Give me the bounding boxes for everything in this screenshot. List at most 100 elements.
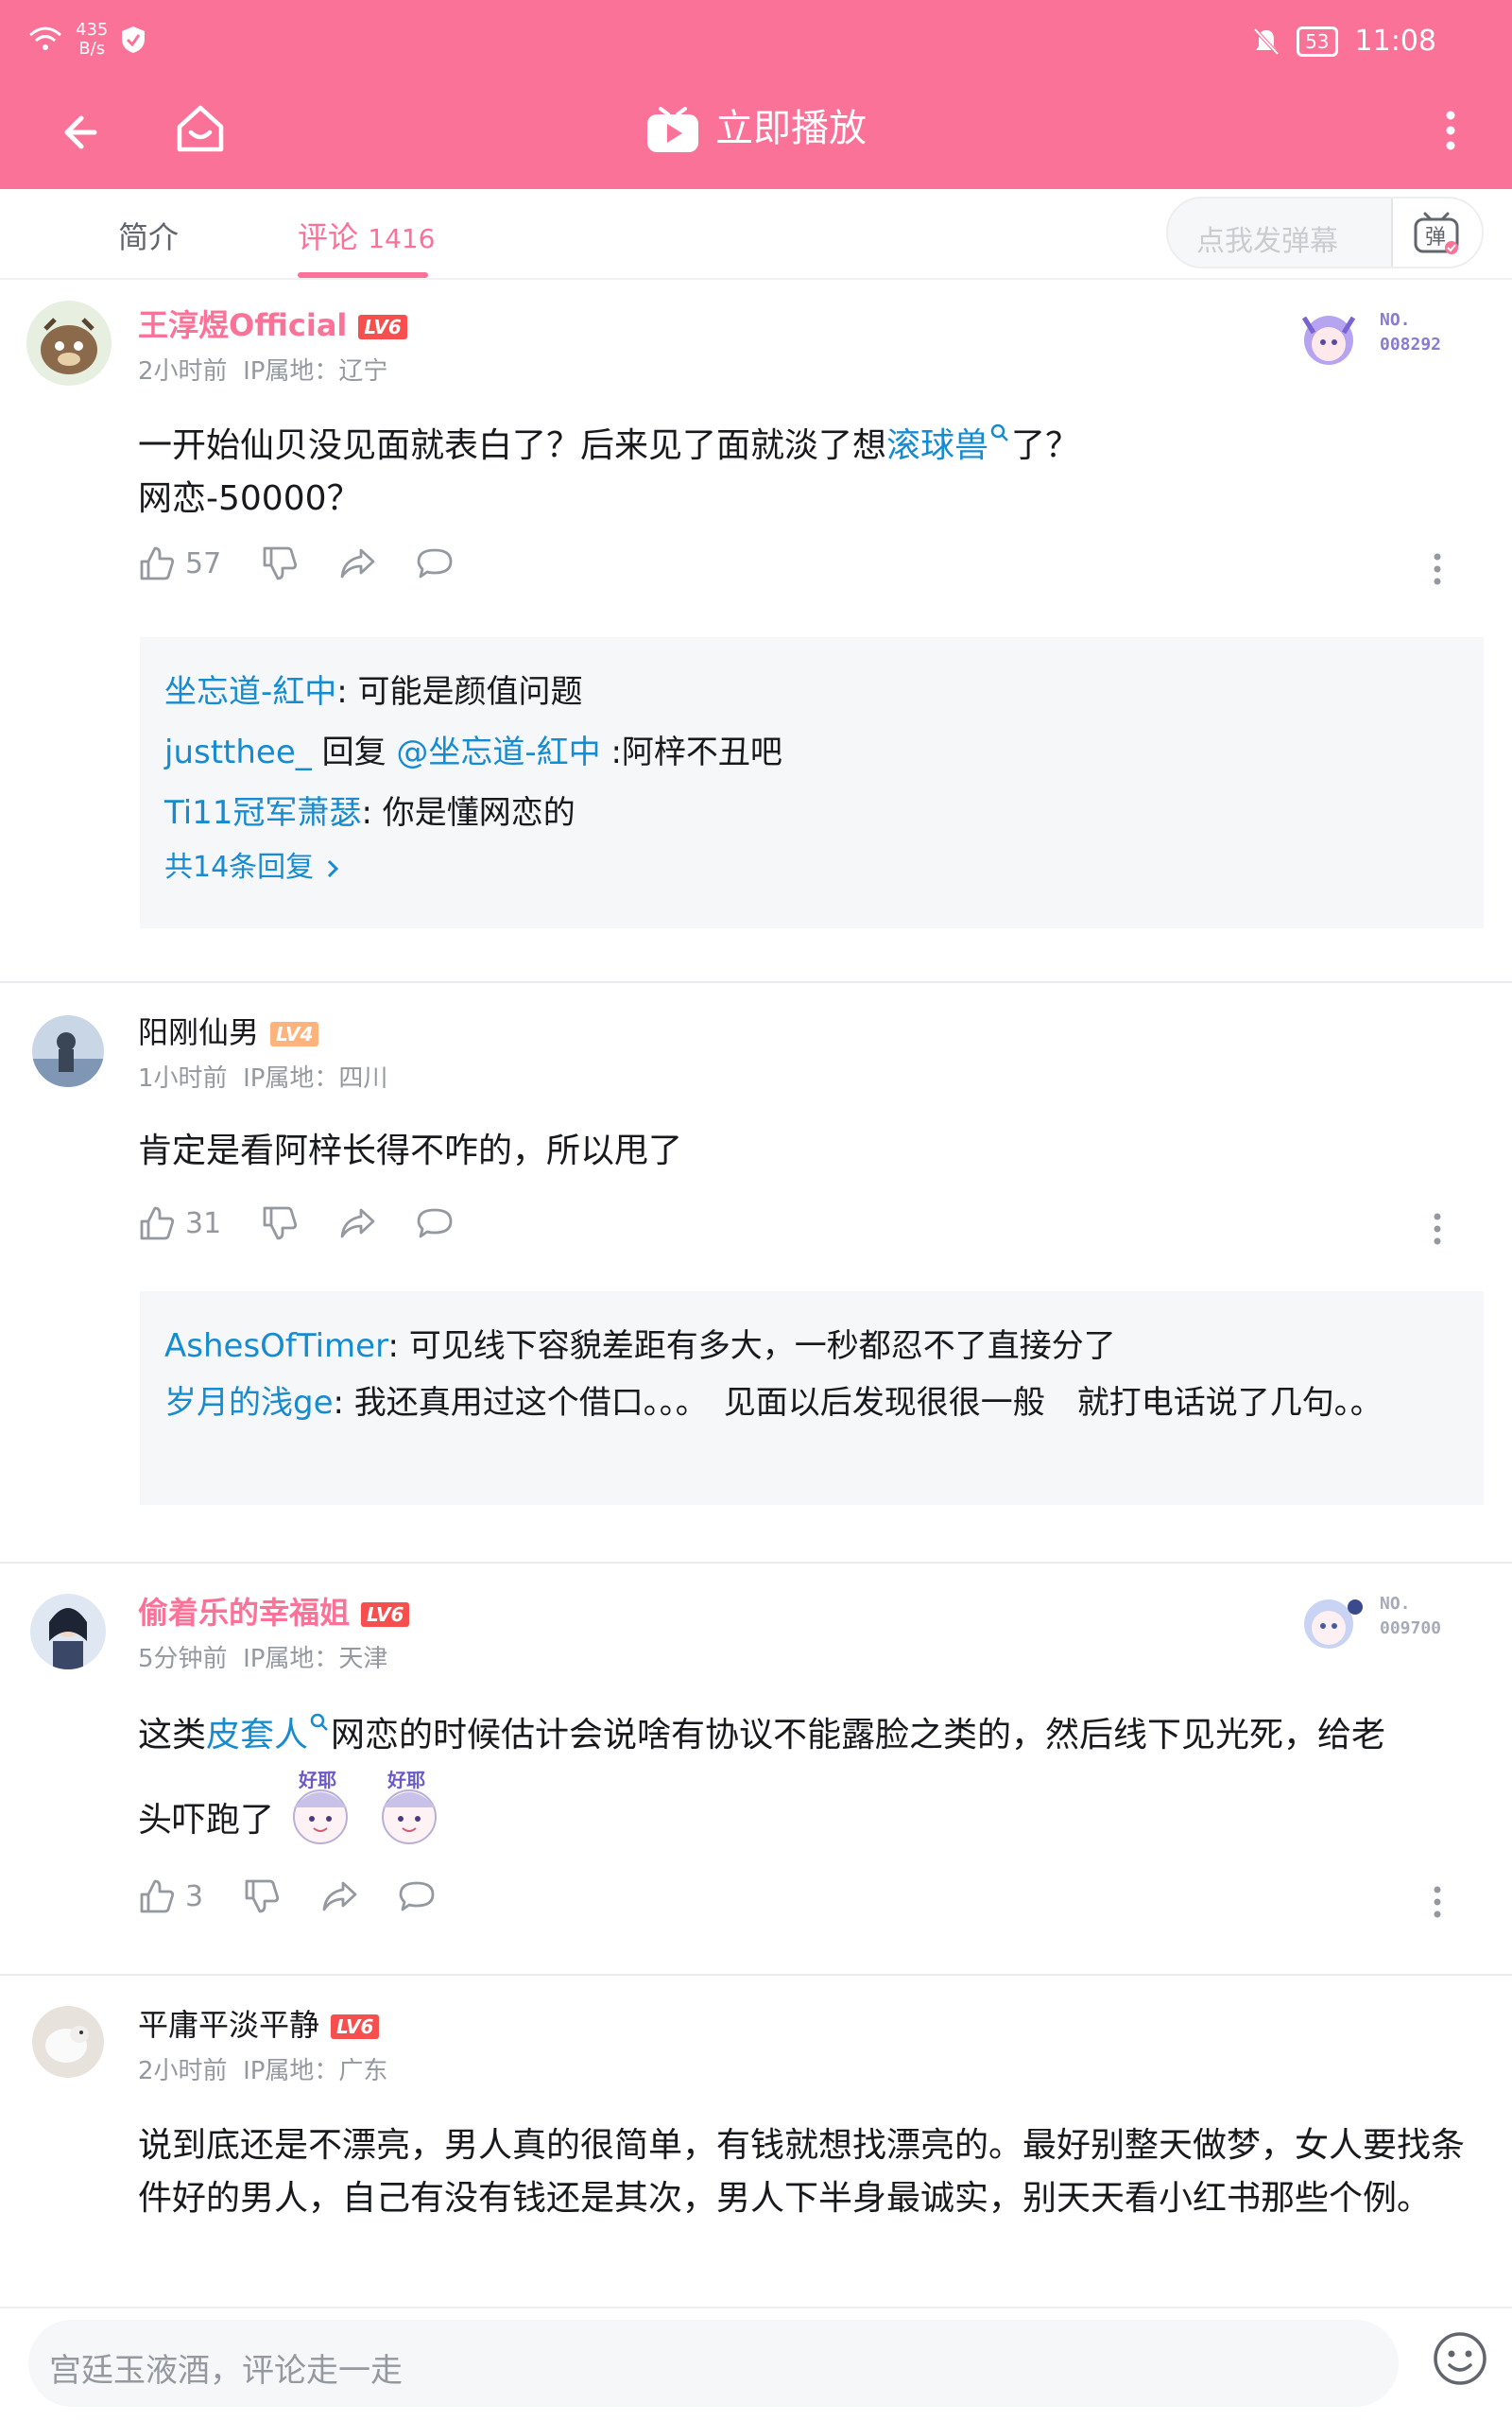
username[interactable]: 阳刚仙男 LV4 [138, 1013, 319, 1051]
svg-text:好耶: 好耶 [298, 1769, 336, 1791]
search-icon [310, 1713, 328, 1731]
comment-bubble-icon [417, 548, 453, 579]
fan-badge-number: NO. 009700 [1380, 1594, 1442, 1638]
view-all-replies-link[interactable]: 共14条回复 [164, 843, 1459, 892]
comment-more-icon[interactable] [1433, 552, 1442, 586]
tab-active-indicator [298, 272, 428, 278]
comment-actions: 3 [138, 1877, 436, 1915]
fan-badge[interactable]: NO. 009700 [1285, 1582, 1465, 1658]
avatar[interactable] [30, 1594, 106, 1669]
sticker-emoji: 好耶 [293, 1769, 349, 1844]
comment-meta: 5分钟前 IP属地：天津 [138, 1645, 388, 1673]
page-title[interactable]: 立即播放 [0, 98, 1512, 159]
reply-author[interactable]: AshesOfTimer [164, 1327, 387, 1365]
share-icon [340, 548, 375, 579]
search-keyword-link[interactable]: 滚球兽 [886, 424, 1011, 465]
share-button[interactable] [320, 1877, 358, 1915]
tab-comments[interactable]: 评论 1416 [298, 214, 435, 257]
bell-muted-icon [1253, 27, 1280, 55]
reply-preview-box[interactable]: 坐忘道-紅中: 可能是颜值问题 justthee_ 回复 @坐忘道-紅中 :阿梓… [140, 637, 1484, 928]
chevron-right-icon [327, 859, 338, 877]
username[interactable]: 偷着乐的幸福姐 LV6 [138, 1594, 410, 1632]
status-bar: 435 B/s 53 11:08 [0, 0, 1512, 85]
svg-text:弹: 弹 [1425, 226, 1446, 250]
reply-author[interactable]: 坐忘道-紅中 [164, 673, 336, 711]
comment-content: 一开始仙贝没见面就表白了？后来见了面就淡了想滚球兽 了？ 网恋-50000？ [138, 420, 1480, 526]
svg-text:好耶: 好耶 [387, 1769, 425, 1791]
thumbs-up-icon [140, 546, 175, 580]
dislike-button[interactable] [261, 544, 299, 582]
danmu-toggle-button[interactable]: 弹 [1391, 199, 1482, 267]
comment-divider [0, 1562, 1512, 1564]
comment-more-icon[interactable] [1433, 1885, 1442, 1919]
reply-author[interactable]: justthee_ [164, 734, 312, 771]
wifi-icon [29, 26, 61, 50]
sticker-emoji: 好耶 [382, 1769, 438, 1844]
emoji-icon[interactable] [1431, 2329, 1489, 2388]
fan-badge-figure [1304, 1599, 1363, 1649]
comment-input-placeholder: 宫廷玉液酒，评论走一走 [49, 2352, 403, 2390]
username[interactable]: 王淳煜Official LV6 [138, 306, 407, 344]
comment-meta: 1小时前 IP属地：四川 [138, 1064, 388, 1093]
comment-input[interactable]: 宫廷玉液酒，评论走一走 [28, 2320, 1399, 2407]
reply-preview-box[interactable]: AshesOfTimer: 可见线下容貌差距有多大，一秒都忍不了直接分了 岁月的… [140, 1291, 1484, 1505]
tv-play-icon [647, 107, 698, 152]
comment-content: 肯定是看阿梓长得不咋的，所以甩了 [138, 1132, 683, 1170]
fan-badge-number: NO. 008292 [1380, 310, 1442, 354]
level-badge: LV4 [270, 1022, 319, 1046]
danmu-placeholder: 点我发弹幕 [1196, 225, 1338, 258]
more-vertical-icon[interactable] [1436, 102, 1465, 159]
thumbs-down-icon [263, 546, 298, 580]
reply-author[interactable]: Ti11冠军萧瑟 [164, 794, 361, 832]
comment-meta: 2小时前 IP属地：辽宁 [138, 357, 388, 386]
share-icon [340, 1208, 375, 1238]
fan-badge-figure [1301, 316, 1356, 365]
comment-content: 这类皮套人 网恋的时候估计会说啥有协议不能露脸之类的，然后线下见光死，给老 头吓跑… [138, 1707, 1480, 1849]
share-button[interactable] [338, 1204, 376, 1242]
like-button[interactable]: 57 [138, 544, 221, 582]
reply-item: 坐忘道-紅中: 可能是颜值问题 [164, 673, 583, 711]
thumbs-down-icon [245, 1879, 280, 1913]
thumbs-up-icon [140, 1206, 175, 1240]
shield-check-icon [122, 26, 146, 53]
comment-input-bar: 宫廷玉液酒，评论走一走 [0, 2307, 1512, 2420]
level-badge: LV6 [331, 2014, 380, 2039]
dislike-button[interactable] [261, 1204, 299, 1242]
avatar[interactable] [26, 301, 112, 386]
thumbs-down-icon [263, 1206, 298, 1240]
comment-more-icon[interactable] [1433, 1212, 1442, 1246]
comment-divider [0, 1974, 1512, 1976]
avatar[interactable] [32, 2006, 104, 2078]
avatar[interactable] [32, 1015, 104, 1087]
share-button[interactable] [338, 544, 376, 582]
battery-indicator: 53 [1297, 26, 1338, 57]
thumbs-up-icon [140, 1879, 175, 1913]
net-speed: 435 B/s [76, 20, 109, 59]
reply-item: 岁月的浅ge: 我还真用过这个借口。。。 见面以后发现很很一般 就打电话说了几句… [164, 1384, 1383, 1422]
tab-intro[interactable]: 简介 [118, 214, 179, 257]
level-badge: LV6 [358, 315, 407, 339]
comment-bubble-icon [417, 1208, 453, 1238]
comment-divider [0, 981, 1512, 983]
clock: 11:08 [1354, 25, 1436, 58]
share-icon [322, 1881, 357, 1911]
reply-item: AshesOfTimer: 可见线下容貌差距有多大，一秒都忍不了直接分了 [164, 1327, 1116, 1365]
comment-actions: 31 [138, 1204, 454, 1242]
fan-badge[interactable]: NO. 008292 [1285, 299, 1465, 374]
comment-content: 说到底还是不漂亮，男人真的很简单，有钱就想找漂亮的。最好别整天做梦，女人要找条件… [138, 2126, 1466, 2218]
reply-button[interactable] [398, 1877, 436, 1915]
danmu-icon: 弹 [1414, 212, 1459, 254]
reply-author[interactable]: 岁月的浅ge [164, 1384, 334, 1422]
reply-item: Ti11冠军萧瑟: 你是懂网恋的 [164, 794, 576, 832]
search-icon [990, 424, 1008, 441]
username[interactable]: 平庸平淡平静 LV6 [138, 2006, 380, 2044]
reply-mention[interactable]: @坐忘道-紅中 [396, 734, 600, 771]
search-keyword-link[interactable]: 皮套人 [206, 1713, 331, 1754]
reply-button[interactable] [416, 544, 454, 582]
danmu-input[interactable]: 点我发弹幕 弹 [1166, 197, 1484, 268]
dislike-button[interactable] [243, 1877, 281, 1915]
reply-button[interactable] [416, 1204, 454, 1242]
like-button[interactable]: 31 [138, 1204, 221, 1242]
comment-bubble-icon [399, 1881, 435, 1911]
like-button[interactable]: 3 [138, 1877, 203, 1915]
